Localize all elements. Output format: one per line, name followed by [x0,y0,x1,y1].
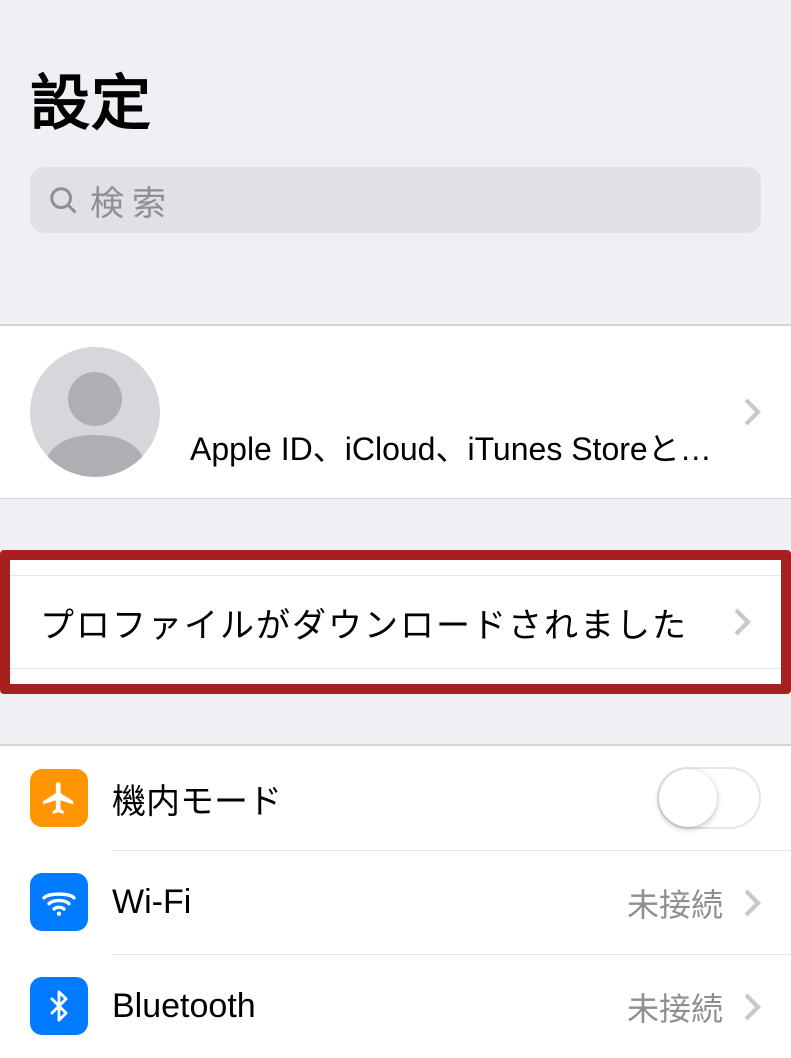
search-input[interactable]: 検索 [30,167,761,233]
wifi-cell[interactable]: Wi-Fi 未接続 [0,850,791,954]
search-icon [48,185,78,215]
toggle-knob [659,769,717,827]
setting-label: Wi-Fi [112,883,627,922]
section-spacer [0,693,791,745]
search-placeholder: 検索 [90,176,174,225]
header-section: 設定 検索 [0,0,791,253]
chevron-right-icon [743,992,761,1022]
apple-id-subtitle: Apple ID、iCloud、iTunes StoreとApp S... [190,424,729,498]
section-spacer [0,499,791,551]
apple-id-group: Apple ID、iCloud、iTunes StoreとApp S... [0,325,791,499]
setting-label: 機内モード [112,774,657,823]
chevron-right-icon [743,888,761,918]
apple-id-cell[interactable]: Apple ID、iCloud、iTunes StoreとApp S... [0,326,791,498]
bluetooth-cell[interactable]: Bluetooth 未接続 [0,954,791,1058]
profile-label: プロファイルがダウンロードされました [40,598,719,647]
page-title: 設定 [30,55,761,142]
airplane-mode-cell[interactable]: 機内モード [0,746,791,850]
avatar [30,347,160,477]
setting-value: 未接続 [627,880,723,926]
bluetooth-icon [30,977,88,1035]
setting-label: Bluetooth [112,987,627,1026]
settings-group: 機内モード Wi-Fi 未接続 [0,745,791,1058]
airplane-icon [30,769,88,827]
section-spacer [0,253,791,325]
airplane-toggle[interactable] [657,767,761,829]
profile-highlight: プロファイルがダウンロードされました [0,550,791,694]
profile-downloaded-cell[interactable]: プロファイルがダウンロードされました [10,575,781,669]
wifi-icon [30,873,88,931]
setting-value: 未接続 [627,984,723,1030]
chevron-right-icon [743,397,761,427]
chevron-right-icon [733,607,751,637]
